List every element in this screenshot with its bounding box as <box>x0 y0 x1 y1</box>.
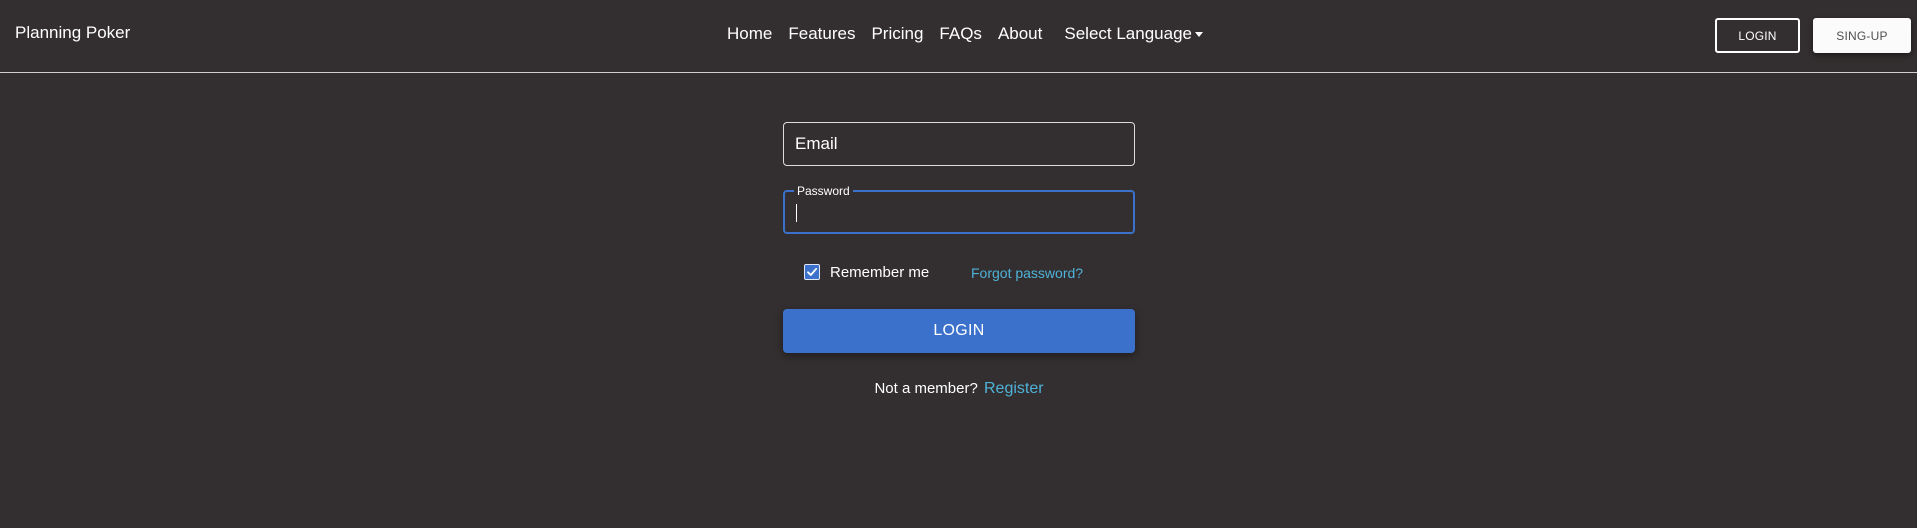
language-dropdown-label: Select Language <box>1064 24 1192 43</box>
top-navbar: Planning Poker Home Features Pricing FAQ… <box>0 0 1917 73</box>
login-submit-button[interactable]: LOGIN <box>783 309 1135 353</box>
caret-down-icon <box>1194 32 1203 37</box>
nav-link-faqs[interactable]: FAQs <box>939 24 982 44</box>
remember-me-label[interactable]: Remember me <box>830 264 929 281</box>
password-input[interactable] <box>785 192 1133 232</box>
checkmark-icon <box>807 267 818 276</box>
remember-row: Remember me Forgot password? <box>783 261 1135 285</box>
header-signup-button[interactable]: SING-UP <box>1813 18 1911 53</box>
header-login-button[interactable]: LOGIN <box>1715 18 1800 53</box>
password-field-container: Password <box>783 183 1135 234</box>
email-input[interactable] <box>784 123 1134 165</box>
language-dropdown[interactable]: Select Language <box>1064 24 1203 44</box>
nav-link-pricing[interactable]: Pricing <box>871 24 923 44</box>
text-cursor <box>796 204 797 222</box>
login-form: Password Remember me Forgot password? LO… <box>783 122 1135 398</box>
register-row: Not a member? Register <box>783 380 1135 398</box>
nav-link-home[interactable]: Home <box>727 24 772 44</box>
brand-logo[interactable]: Planning Poker <box>15 23 130 43</box>
remember-me-checkbox[interactable] <box>804 264 820 280</box>
register-link[interactable]: Register <box>984 380 1044 397</box>
main-nav: Home Features Pricing FAQs About Select … <box>727 24 1219 44</box>
not-member-text: Not a member? <box>874 380 978 397</box>
email-field-container <box>783 122 1135 166</box>
forgot-password-link[interactable]: Forgot password? <box>971 265 1083 281</box>
nav-link-features[interactable]: Features <box>788 24 855 44</box>
nav-link-about[interactable]: About <box>998 24 1042 44</box>
